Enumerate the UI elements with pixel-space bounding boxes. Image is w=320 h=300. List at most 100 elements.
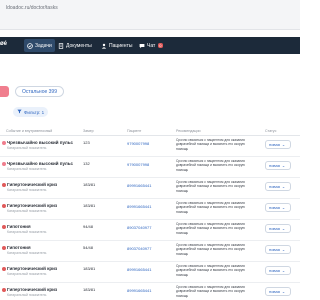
diagnosis: Гипертонический криз (7, 266, 58, 271)
status-label: новая (269, 226, 280, 231)
chevron-down-icon: ⌄ (281, 205, 286, 210)
filter-icon (17, 109, 22, 115)
patient-phone-link[interactable]: 9790007998 (127, 141, 149, 146)
status-label: новая (269, 163, 280, 168)
recommendation: Срочно связаться с пациентом для оказани… (176, 222, 245, 235)
severity-dot (2, 267, 6, 271)
chevron-down-icon: ⌄ (281, 184, 286, 189)
severity-dot (2, 183, 6, 187)
measurement: 94/48 (83, 224, 94, 229)
diagnosis: Гипертонический криз (7, 203, 58, 208)
status-dropdown[interactable]: новая ⌄ (265, 203, 291, 212)
recommendation: Срочно связаться с пациентом для оказани… (176, 159, 245, 172)
patient-phone-link[interactable]: 89037040977 (127, 225, 151, 230)
severity-dot (2, 162, 6, 166)
patients-icon (101, 43, 107, 49)
column-header-measure[interactable]: Замер (83, 129, 94, 133)
chevron-down-icon: ⌄ (281, 289, 286, 294)
severity-dot (2, 141, 6, 145)
status-label: новая (269, 184, 280, 189)
diagnosis: Гипертонический криз (7, 287, 58, 292)
severity-dot (2, 204, 6, 208)
filter-chip[interactable]: Фильтр: 1 (13, 107, 49, 117)
severity-dot (2, 288, 6, 292)
severity-dot (2, 225, 6, 229)
status-dropdown[interactable]: новая ⌄ (265, 161, 291, 170)
diagnosis-subtitle: Катаральный показатель (7, 146, 47, 150)
measurement: 132 (83, 161, 90, 166)
status-dropdown[interactable]: новая ⌄ (265, 245, 291, 254)
diagnosis: Гипотония (7, 224, 31, 229)
browser-chrome: ldoadoc.ru/doctor/tasks (0, 0, 300, 30)
nav-item-documents[interactable]: Документы (55, 39, 95, 52)
status-label: новая (269, 142, 280, 147)
chat-icon (139, 43, 145, 49)
diagnosis: Чрезвычайно высокий пульс (7, 161, 74, 166)
nav-item-label: Пациенты (109, 42, 133, 49)
documents-icon (58, 42, 64, 49)
table-row[interactable]: Чрезвычайно высокий пульс Катаральный по… (0, 136, 300, 157)
top-navbar: øé Задачи Документы Пациенты Чат 0 (0, 37, 300, 54)
diagnosis-subtitle: Катаральный показатель (7, 272, 47, 276)
patient-phone-link[interactable]: 89991665441 (127, 183, 151, 188)
status-dropdown[interactable]: новая ⌄ (265, 224, 291, 233)
patient-phone-link[interactable]: 89037040977 (127, 246, 151, 251)
status-label: новая (269, 247, 280, 252)
status-dropdown[interactable]: новая ⌄ (265, 266, 291, 275)
diagnosis-subtitle: Катаральный показатель (7, 251, 47, 255)
patient-phone-link[interactable]: 9790007998 (127, 162, 149, 167)
nav-item-patients[interactable]: Пациенты (98, 39, 135, 52)
recommendation: Срочно связаться с пациентом для оказани… (176, 138, 245, 151)
recommendation: Срочно связаться с пациентом для оказани… (176, 264, 245, 277)
diagnosis-subtitle: Катаральный показатель (7, 167, 47, 171)
measurement: 183/81 (83, 182, 96, 187)
status-dropdown[interactable]: новая ⌄ (265, 182, 291, 191)
nav-item-tasks[interactable]: Задачи (24, 39, 55, 52)
column-header-recommendations[interactable]: Рекомендации (176, 129, 200, 133)
column-header-status[interactable]: Статус (265, 129, 276, 133)
column-header-patient[interactable]: Пациент (127, 129, 141, 133)
measurement: 183/81 (83, 287, 96, 292)
measurement: 123 (83, 140, 90, 145)
table-row[interactable]: Чрезвычайно высокий пульс Катаральный по… (0, 157, 300, 178)
chevron-down-icon: ⌄ (281, 142, 286, 147)
recommendation: Срочно связаться с пациентом для оказани… (176, 243, 245, 256)
patient-phone-link[interactable]: 89991665441 (127, 204, 151, 209)
others-filter-button[interactable]: Остальное 399 (15, 86, 64, 97)
patient-phone-link[interactable]: 89991665441 (127, 267, 151, 272)
diagnosis: Чрезвычайно высокий пульс (7, 140, 74, 145)
chat-badge: 0 (158, 43, 163, 48)
table-header: Событие и внутривенозный Замер Пациент Р… (0, 127, 300, 136)
column-header-event[interactable]: Событие и внутривенозный (6, 129, 52, 133)
patient-phone-link[interactable]: 89991665441 (127, 288, 151, 293)
measurement: 183/81 (83, 266, 96, 271)
recommendation: Срочно связаться с пациентом для оказани… (176, 180, 245, 193)
nav-item-label: Документы (66, 42, 92, 49)
nav-item-label: Задачи (35, 42, 52, 49)
diagnosis: Гипотония (7, 245, 31, 250)
status-dropdown[interactable]: новая ⌄ (265, 140, 291, 149)
recommendation: Срочно связаться с пациентом для оказани… (176, 201, 245, 214)
measurement: 54/48 (83, 245, 94, 250)
table-row[interactable]: Гипертонический криз Катаральный показат… (0, 262, 300, 283)
chevron-down-icon: ⌄ (281, 226, 286, 231)
urgent-filter-button[interactable] (0, 86, 9, 97)
table-row[interactable]: Гипотония Катаральный показатель 54/48 8… (0, 241, 300, 262)
status-label: новая (269, 268, 280, 273)
status-dropdown[interactable]: новая ⌄ (265, 287, 291, 296)
table-row[interactable]: Гипотония Катаральный показатель 94/48 8… (0, 220, 300, 241)
table-row[interactable]: Гипертонический криз Катаральный показат… (0, 199, 300, 220)
diagnosis-subtitle: Катаральный показатель (7, 188, 47, 192)
chevron-down-icon: ⌄ (281, 268, 286, 273)
nav-item-chat[interactable]: Чат 0 (136, 39, 166, 52)
url-text: ldoadoc.ru/doctor/tasks (6, 5, 58, 11)
nav-item-label: Чат (147, 42, 156, 49)
status-label: новая (269, 289, 280, 294)
table-row[interactable]: Гипертонический криз Катаральный показат… (0, 283, 300, 300)
brand-logo[interactable]: øé (0, 41, 7, 47)
chevron-down-icon: ⌄ (281, 163, 286, 168)
chevron-down-icon: ⌄ (281, 247, 286, 252)
diagnosis-subtitle: Катаральный показатель (7, 209, 47, 213)
diagnosis-subtitle: Катаральный показатель (7, 293, 47, 297)
table-row[interactable]: Гипертонический криз Катаральный показат… (0, 178, 300, 199)
